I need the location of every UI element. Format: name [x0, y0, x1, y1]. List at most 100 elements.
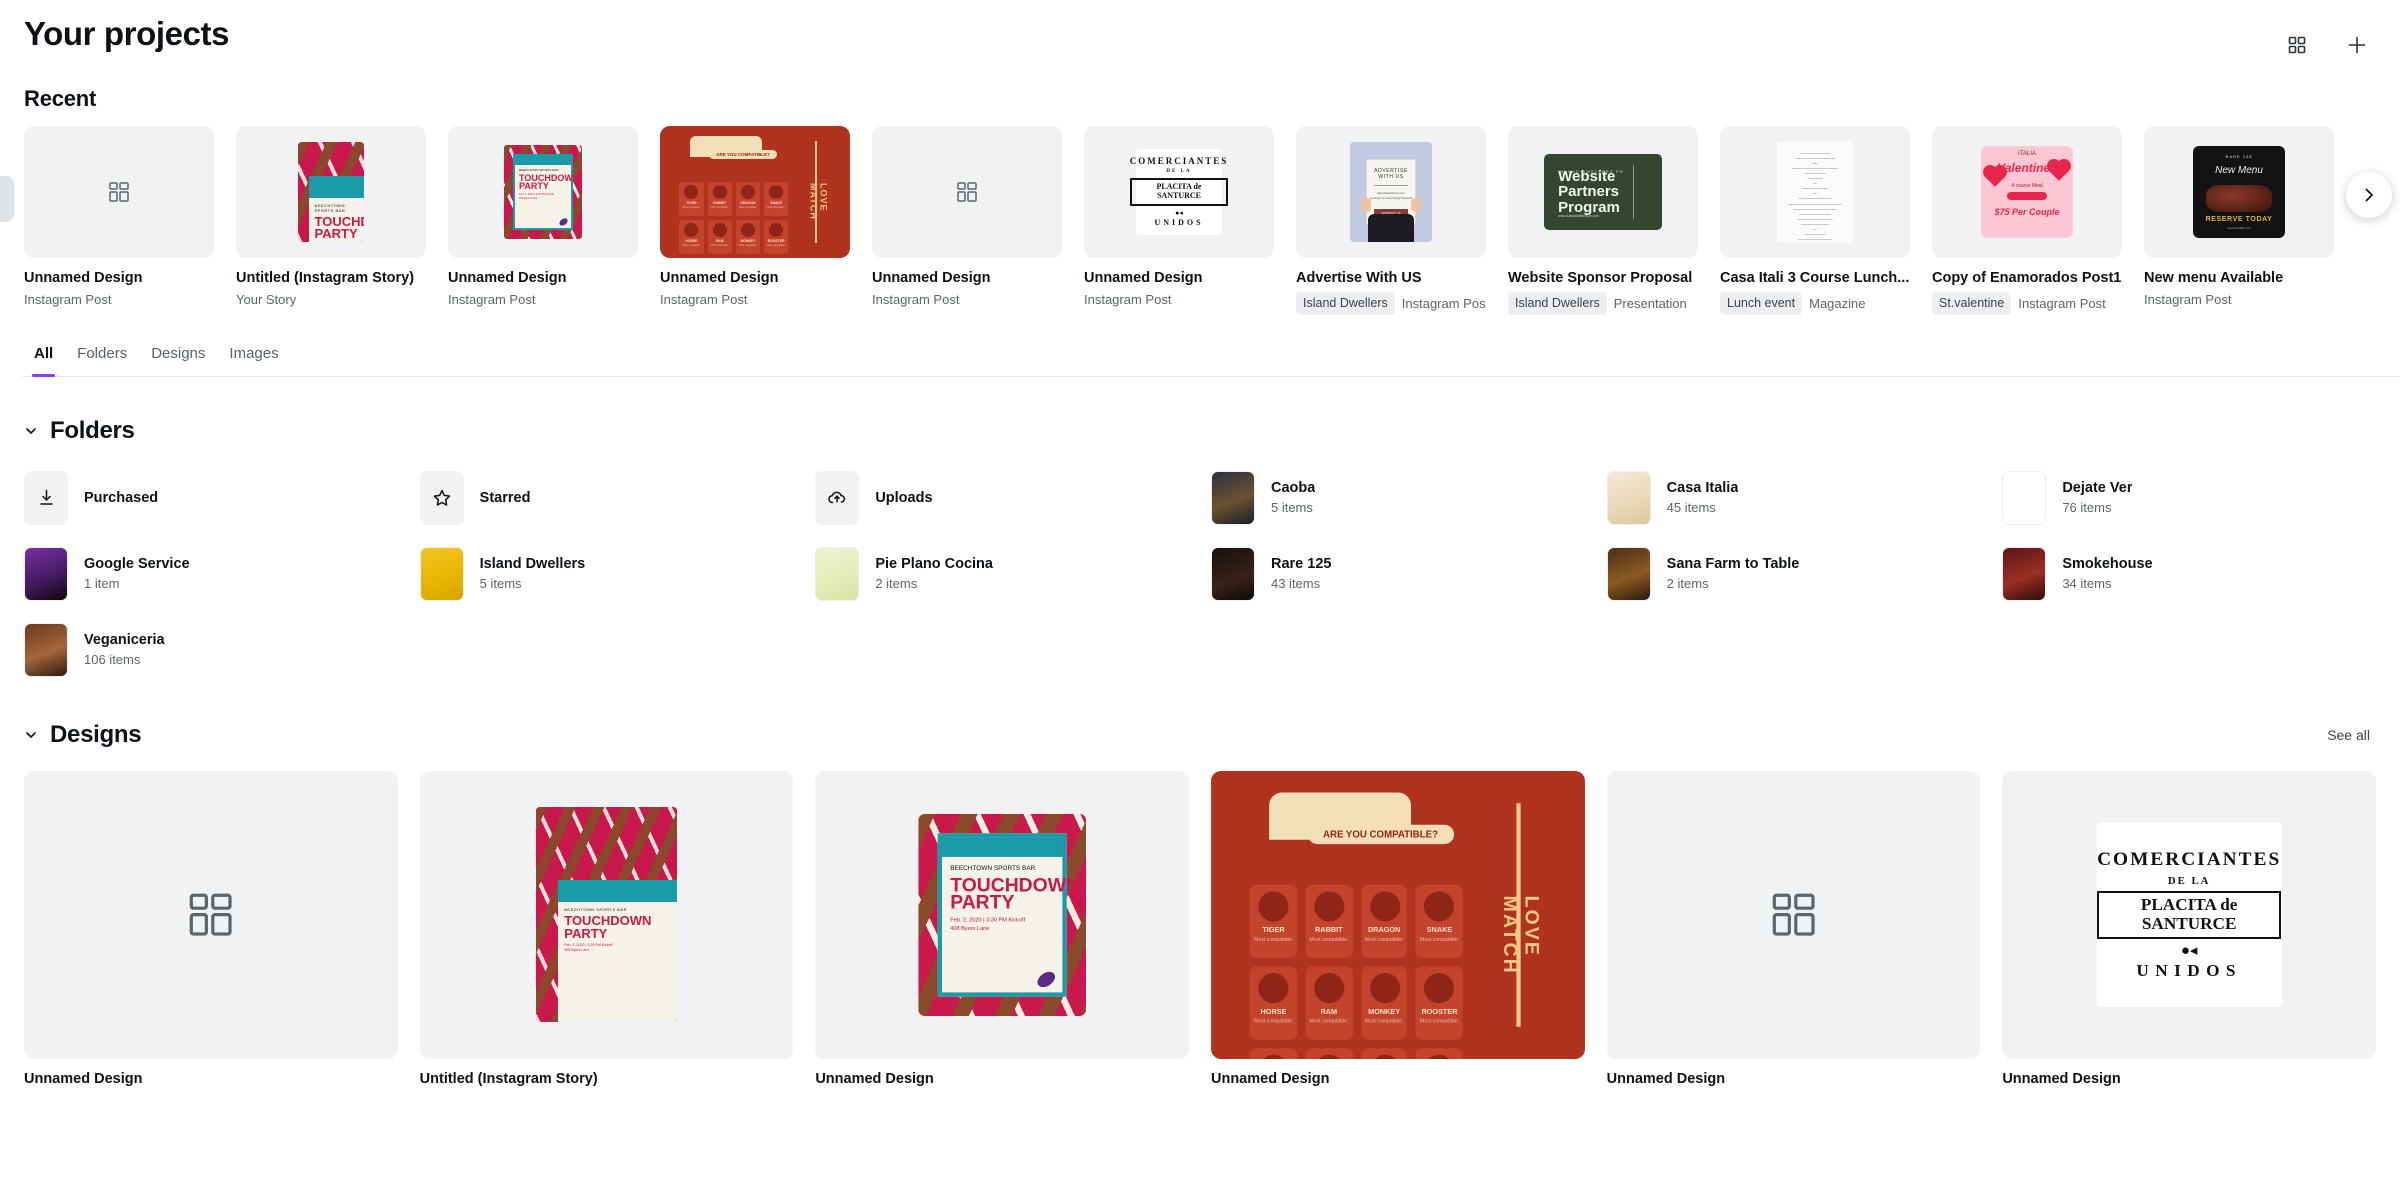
folder-item[interactable]: Caoba 5 items: [1210, 467, 1585, 529]
folder-thumbnail: [1210, 470, 1255, 525]
tab-designs[interactable]: Designs: [139, 337, 217, 376]
recent-card-type: Instagram Post: [1401, 295, 1486, 311]
folder-item-name: Casa Italia: [1666, 480, 1739, 497]
recent-card-title: Unnamed Design: [24, 270, 143, 286]
design-card[interactable]: COMERCIANTES DE LA PLACITA de SANTURCE ●◂…: [2002, 770, 2376, 1087]
placeholder-grid-icon: [109, 182, 129, 202]
tab-all[interactable]: All: [22, 337, 65, 377]
folder-item-name: Uploads: [875, 489, 933, 506]
designs-collapse-toggle[interactable]: Designs: [24, 721, 142, 749]
folder-item[interactable]: Starred: [419, 467, 794, 529]
carousel-next-button[interactable]: [2346, 172, 2392, 218]
folder-item-count: 45 items: [1666, 500, 1716, 516]
design-card-thumbnail[interactable]: ARE YOU COMPATIBLE? LOVE MATCH TIGER Most…: [1210, 770, 1585, 1059]
design-card[interactable]: Unnamed Design: [24, 770, 398, 1087]
folder-item[interactable]: Veganiceria 106 items: [24, 619, 398, 681]
folder-item-name: Pie Plano Cocina: [875, 556, 993, 573]
recent-card-thumbnail[interactable]: ADVERTISE WITH US islanddwellerspr.com Lo…: [1296, 126, 1486, 258]
folder-thumbnail: [24, 622, 68, 677]
recent-card[interactable]: RARE 125 New Menu RESERVE TODAY www.rare1…: [2144, 126, 2334, 307]
recent-card-meta: Instagram Post: [448, 292, 638, 307]
recent-card-meta: Instagram Post: [872, 292, 1062, 307]
folders-collapse-toggle[interactable]: Folders: [24, 417, 135, 445]
recent-card-thumbnail[interactable]: [24, 126, 214, 258]
folder-item-name: Sana Farm to Table: [1666, 556, 1800, 573]
design-card-thumbnail[interactable]: BEECHTOWN SPORTS BAR TOUCHDOWN PARTY Feb.…: [419, 770, 794, 1059]
design-card-title: Unnamed Design: [24, 1070, 143, 1087]
recent-card[interactable]: Unnamed Design Instagram Post: [872, 126, 1062, 307]
folder-item-count: 5 items: [1270, 500, 1313, 516]
designs-section-header: Designs See all: [24, 721, 2376, 749]
folder-item-count: 5 items: [479, 576, 522, 592]
folder-item[interactable]: Sana Farm to Table 2 items: [1606, 543, 1981, 605]
recent-card-thumbnail[interactable]: BEECHTOWN SPORTS BAR TOUCHDOWNPARTY Feb.…: [236, 126, 426, 258]
folder-item[interactable]: Smokehouse 34 items: [2002, 543, 2376, 605]
recent-card[interactable]: ISLAND DWELLERS PR Website Partners Progra…: [1508, 126, 1698, 315]
recent-card-type: Instagram Post: [24, 292, 112, 307]
recent-card-type: Magazine: [1809, 295, 1866, 311]
recent-card-thumbnail[interactable]: BEECHTOWN SPORTS BAR TOUCHDOWNPARTY Feb.…: [448, 126, 638, 258]
folder-item[interactable]: Rare 125 43 items: [1210, 543, 1585, 605]
recent-card-type: Instagram Post: [2018, 295, 2106, 311]
design-card[interactable]: Unnamed Design: [1606, 770, 1981, 1087]
recent-card-thumbnail[interactable]: COMERCIANTES DE LA PLACITA de SANTURCE ●◂…: [1084, 126, 1274, 258]
recent-card-thumbnail[interactable]: ITALIA Valentines 4 course Meal $75 Per C…: [1932, 126, 2122, 258]
recent-card-meta: Island Dwellers Presentation: [1508, 292, 1698, 315]
download-icon: [24, 470, 68, 525]
folder-item-text: Pie Plano Cocina 2 items: [875, 556, 993, 591]
folder-item[interactable]: Google Service 1 item: [24, 543, 398, 605]
recent-card-type: Instagram Post: [872, 292, 960, 307]
folder-item-text: Starred: [480, 490, 531, 506]
folder-item[interactable]: Uploads: [815, 467, 1189, 529]
folder-item[interactable]: Island Dwellers 5 items: [419, 543, 794, 605]
recent-card-type: Instagram Post: [660, 292, 748, 307]
recent-card-thumbnail[interactable]: [872, 126, 1062, 258]
recent-card[interactable]: COMERCIANTES DE LA PLACITA de SANTURCE ●◂…: [1084, 126, 1274, 307]
recent-card-thumbnail[interactable]: ARE YOU COMPATIBLE? LOVE MATCH TIGER Most…: [660, 126, 850, 258]
grid-view-icon[interactable]: [2278, 26, 2316, 64]
design-card-thumbnail[interactable]: BEECHTOWN SPORTS BAR TOUCHDOWN PARTY Feb.…: [815, 770, 1189, 1059]
recent-card-meta: Instagram Post: [2144, 292, 2334, 307]
folder-thumbnail: [1210, 546, 1255, 601]
recent-card[interactable]: ADVERTISE WITH US islanddwellerspr.com Lo…: [1296, 126, 1486, 315]
recent-card-type: Presentation: [1613, 295, 1687, 311]
design-card-thumbnail[interactable]: [1606, 770, 1981, 1059]
recent-card[interactable]: ARE YOU COMPATIBLE? LOVE MATCH TIGER Most…: [660, 126, 850, 307]
plus-icon[interactable]: [2338, 26, 2376, 64]
recent-card-type: Your Story: [236, 292, 297, 307]
folder-item-text: Purchased: [84, 490, 158, 506]
folder-item-name: Dejate Ver: [2062, 480, 2133, 497]
design-card[interactable]: BEECHTOWN SPORTS BAR TOUCHDOWN PARTY Feb.…: [815, 770, 1189, 1087]
recent-card-tag: St.valentine: [1932, 292, 2012, 315]
chevron-down-icon: [26, 731, 36, 738]
recent-card[interactable]: BEECHTOWN SPORTS BAR TOUCHDOWNPARTY Feb.…: [448, 126, 638, 307]
see-all-designs-link[interactable]: See all: [2321, 726, 2376, 744]
recent-card[interactable]: Unnamed Design Instagram Post: [24, 126, 214, 307]
recent-card[interactable]: BEECHTOWN SPORTS BAR TOUCHDOWNPARTY Feb.…: [236, 126, 426, 307]
design-card[interactable]: BEECHTOWN SPORTS BAR TOUCHDOWN PARTY Feb.…: [419, 770, 794, 1087]
recent-card-thumbnail[interactable]: [1720, 126, 1910, 258]
recent-card-thumbnail[interactable]: ISLAND DWELLERS PR Website Partners Progra…: [1508, 126, 1698, 258]
tab-folders[interactable]: Folders: [65, 337, 139, 376]
folders-section-header: Folders: [24, 417, 2376, 445]
folder-item-name: Veganiceria: [84, 632, 165, 649]
folder-item-text: Rare 125 43 items: [1271, 556, 1331, 591]
folder-item[interactable]: Purchased: [24, 467, 398, 529]
recent-card[interactable]: Casa Itali 3 Course Lunch... Lunch event…: [1720, 126, 1910, 315]
design-card-title: Unnamed Design: [1210, 1070, 1330, 1087]
design-card[interactable]: ARE YOU COMPATIBLE? LOVE MATCH TIGER Most…: [1210, 770, 1585, 1087]
folder-item[interactable]: Pie Plano Cocina 2 items: [815, 543, 1189, 605]
folder-item[interactable]: Dejate Ver 76 items: [2002, 467, 2376, 529]
recent-card-thumbnail[interactable]: RARE 125 New Menu RESERVE TODAY www.rare1…: [2144, 126, 2334, 258]
recent-carousel: Unnamed Design Instagram Post BEECHTOWN …: [0, 126, 2400, 315]
upload-cloud-icon: [815, 470, 860, 525]
design-card-thumbnail[interactable]: [24, 770, 398, 1059]
folder-thumbnail: [419, 546, 464, 601]
design-card-title: Unnamed Design: [1606, 1070, 1726, 1087]
recent-card[interactable]: ITALIA Valentines 4 course Meal $75 Per C…: [1932, 126, 2122, 315]
recent-card-title: Unnamed Design: [448, 270, 567, 286]
design-card-thumbnail[interactable]: COMERCIANTES DE LA PLACITA de SANTURCE ●◂…: [2002, 770, 2376, 1059]
tab-images[interactable]: Images: [217, 337, 290, 376]
folder-item[interactable]: Casa Italia 45 items: [1606, 467, 1981, 529]
carousel-prev-handle[interactable]: [0, 176, 14, 222]
